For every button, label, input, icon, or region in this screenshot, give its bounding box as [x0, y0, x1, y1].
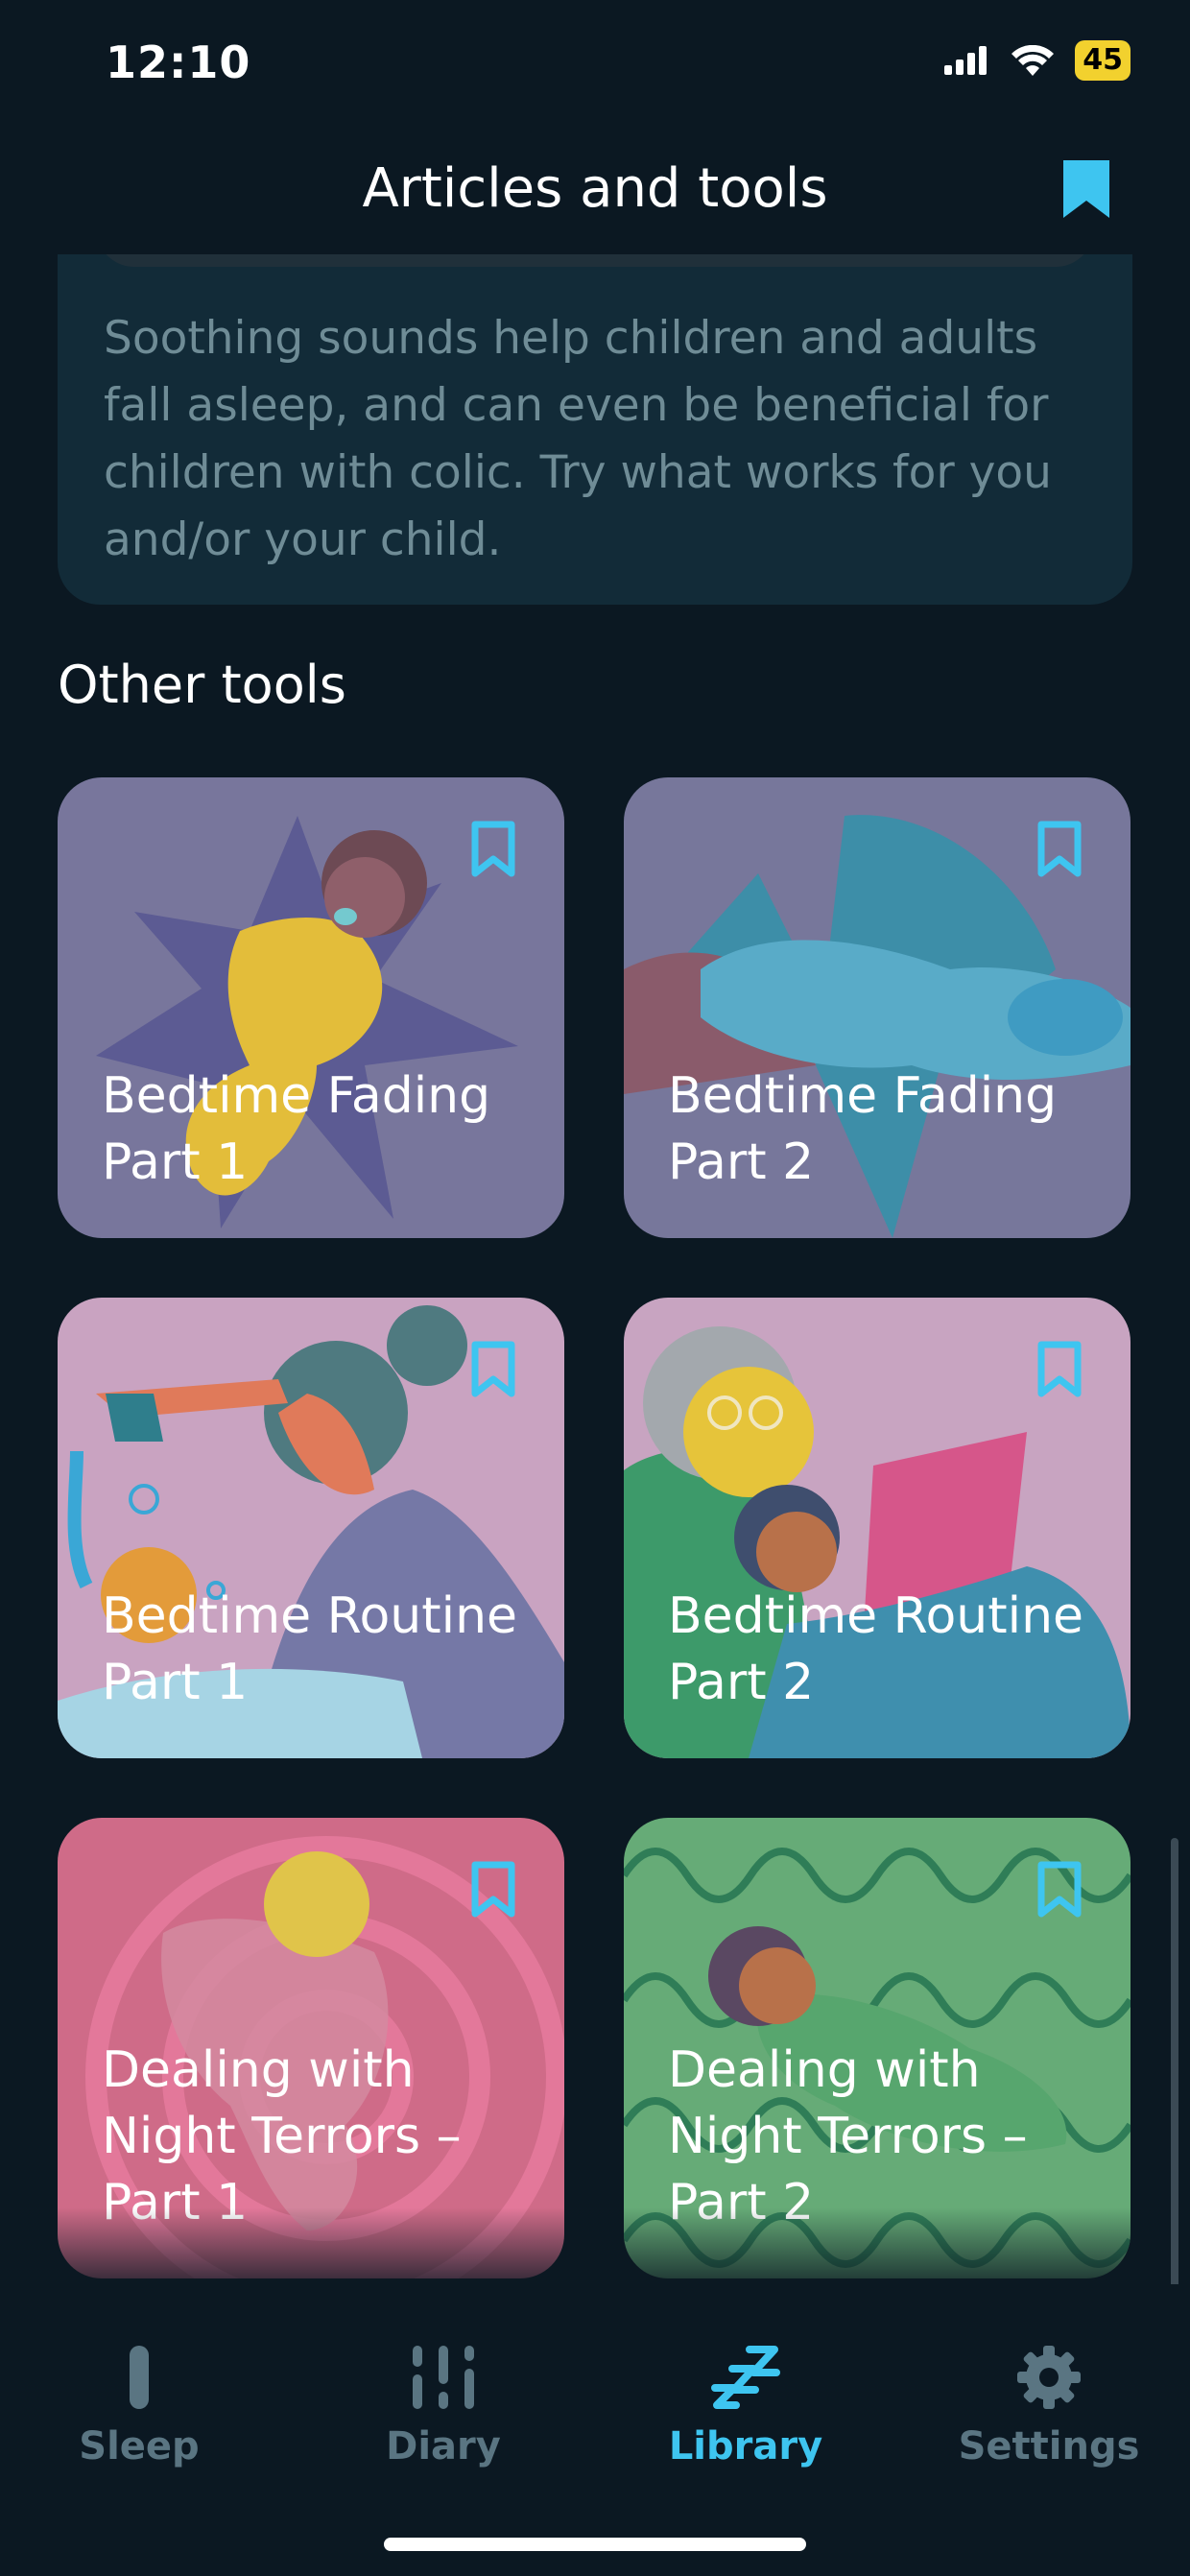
tab-bar: Sleep Diary Library Settings — [0, 2284, 1190, 2576]
home-indicator[interactable] — [384, 2538, 806, 2551]
tool-card-bedtime-fading-1[interactable]: Bedtime Fading Part 1 — [58, 777, 564, 1238]
sleep-icon — [130, 2346, 149, 2409]
bookmark-icon[interactable] — [470, 820, 516, 879]
gear-icon — [1017, 2346, 1081, 2409]
bookmark-icon[interactable] — [1036, 1340, 1083, 1399]
tool-card-label: Dealing with Night Terrors – Part 1 — [102, 2041, 462, 2231]
tab-label: Library — [668, 2424, 823, 2469]
diary-icon — [413, 2346, 474, 2409]
card-description: Soothing sounds help children and adults… — [104, 312, 1052, 566]
tool-card-label: Bedtime Fading Part 1 — [102, 1067, 491, 1191]
tool-card-label: Bedtime Routine Part 1 — [102, 1587, 518, 1711]
tool-card-label: Dealing with Night Terrors – Part 2 — [668, 2041, 1028, 2231]
bookmark-icon[interactable] — [1036, 1860, 1083, 1920]
header: Articles and tools — [0, 134, 1190, 254]
scroll-fade — [0, 2207, 1190, 2284]
bookmark-icon[interactable] — [470, 1860, 516, 1920]
scrollbar[interactable] — [1171, 1838, 1178, 2327]
tool-card-bedtime-routine-1[interactable]: Bedtime Routine Part 1 — [58, 1298, 564, 1758]
library-icon — [711, 2346, 780, 2409]
status-bar: 12:10 45 — [0, 0, 1190, 134]
tab-label: Sleep — [79, 2424, 200, 2469]
saved-bookmark-icon[interactable] — [1061, 158, 1111, 220]
wifi-icon — [1012, 45, 1055, 76]
tab-settings[interactable]: Settings — [934, 2344, 1164, 2469]
tab-library[interactable]: Library — [631, 2344, 861, 2469]
tab-sleep[interactable]: Sleep — [24, 2344, 254, 2469]
tab-label: Settings — [958, 2424, 1140, 2469]
battery-indicator: 45 — [1075, 40, 1130, 81]
tool-card-bedtime-fading-2[interactable]: Bedtime Fading Part 2 — [624, 777, 1130, 1238]
status-icons: 45 — [944, 40, 1130, 81]
section-title: Other tools — [58, 655, 346, 715]
tool-card-label: Bedtime Fading Part 2 — [668, 1067, 1058, 1191]
page-title: Articles and tools — [362, 157, 828, 220]
status-time: 12:10 — [106, 36, 251, 88]
tool-card-label: Bedtime Routine Part 2 — [668, 1587, 1084, 1711]
tab-label: Diary — [386, 2424, 501, 2469]
bookmark-icon[interactable] — [470, 1340, 516, 1399]
tool-card-bedtime-routine-2[interactable]: Bedtime Routine Part 2 — [624, 1298, 1130, 1758]
tab-diary[interactable]: Diary — [328, 2344, 559, 2469]
signal-icon — [944, 46, 988, 75]
bookmark-icon[interactable] — [1036, 820, 1083, 879]
